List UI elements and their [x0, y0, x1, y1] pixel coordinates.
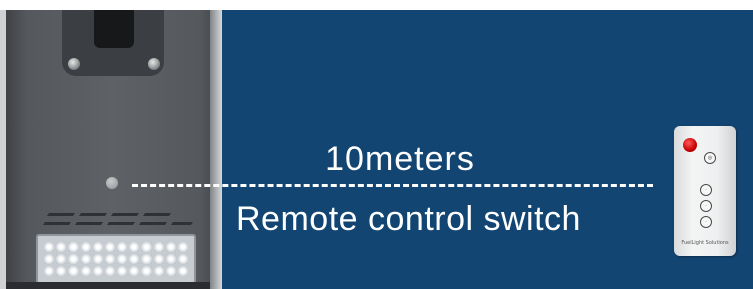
- bolt-icon: [68, 58, 80, 70]
- led-chip: [104, 266, 115, 276]
- led-chip: [177, 242, 188, 252]
- led-chip: [165, 242, 176, 252]
- led-chip: [165, 254, 176, 264]
- led-chip: [129, 254, 140, 264]
- led-chip: [92, 266, 103, 276]
- led-chip: [80, 266, 91, 276]
- bolt-icon: [148, 58, 160, 70]
- led-chip: [141, 242, 152, 252]
- led-module: [36, 234, 196, 284]
- led-chip: [141, 254, 152, 264]
- led-chip: [104, 254, 115, 264]
- remote-brand-text: FuelLight Solutions: [681, 240, 729, 246]
- product-illustration: 10meters Remote control switch ◎ · · · F…: [0, 0, 753, 289]
- led-chip: [177, 266, 188, 276]
- power-button-icon: [683, 138, 697, 152]
- led-chip: [153, 242, 164, 252]
- led-chip: [117, 242, 128, 252]
- led-chip: [104, 242, 115, 252]
- led-chip: [56, 266, 67, 276]
- remote-control-switch-label: Remote control switch: [236, 200, 581, 238]
- led-array: [44, 242, 188, 276]
- led-chip: [129, 242, 140, 252]
- remote-button-icon: ·: [700, 184, 712, 196]
- led-chip: [44, 266, 55, 276]
- led-chip: [92, 254, 103, 264]
- led-chip: [165, 266, 176, 276]
- mode-button-icon: ◎: [704, 152, 716, 164]
- led-chip: [177, 254, 188, 264]
- led-chip: [56, 254, 67, 264]
- led-chip: [68, 242, 79, 252]
- range-dashed-line: [132, 184, 653, 187]
- distance-label: 10meters: [325, 140, 475, 178]
- heat-vents: [42, 210, 194, 234]
- led-chip: [68, 254, 79, 264]
- led-chip: [80, 242, 91, 252]
- led-chip: [141, 266, 152, 276]
- remote-button-icon: ·: [700, 216, 712, 228]
- led-chip: [92, 242, 103, 252]
- led-chip: [117, 266, 128, 276]
- lamp-bottom-edge: [6, 282, 210, 289]
- led-chip: [56, 242, 67, 252]
- remote-control: ◎ · · · FuelLight Solutions: [674, 126, 736, 256]
- led-chip: [117, 254, 128, 264]
- remote-button-icon: ·: [700, 200, 712, 212]
- ir-sensor: [106, 177, 118, 189]
- lamp-edge: [210, 10, 222, 289]
- led-chip: [68, 266, 79, 276]
- led-chip: [153, 254, 164, 264]
- led-chip: [129, 266, 140, 276]
- led-chip: [153, 266, 164, 276]
- led-chip: [80, 254, 91, 264]
- pole-clamp: [94, 10, 134, 48]
- led-chip: [44, 242, 55, 252]
- led-chip: [44, 254, 55, 264]
